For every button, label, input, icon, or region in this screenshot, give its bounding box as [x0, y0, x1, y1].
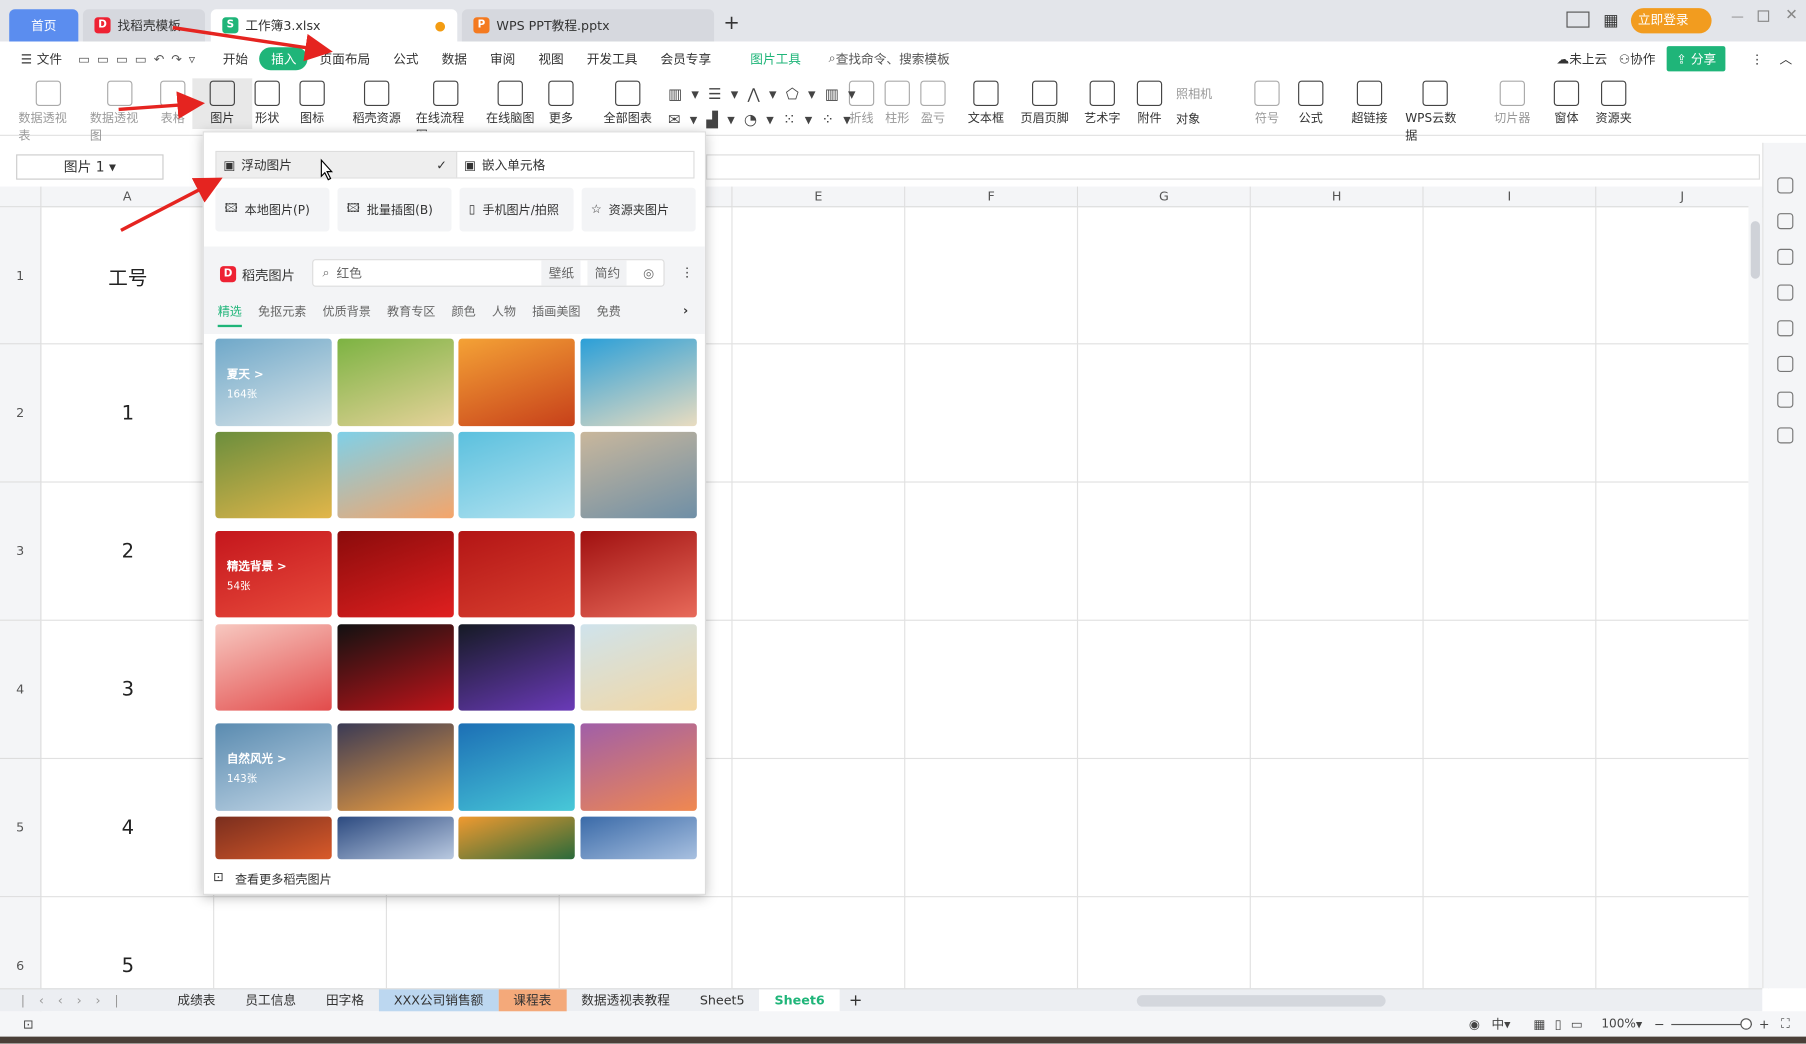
arrow-to-insert: [172, 25, 333, 62]
horizontal-scrollbar[interactable]: [1116, 994, 1680, 1007]
sheet-nav-buttons[interactable]: |‹‹››|: [21, 993, 133, 1008]
fullscreen-icon[interactable]: ⛶: [1781, 1016, 1790, 1032]
sheet-tab[interactable]: 成绩表: [162, 989, 230, 1012]
sheet-tab[interactable]: XXX公司销售额: [378, 988, 499, 1012]
arrow-to-float: [120, 177, 223, 232]
macro-icon[interactable]: ⊡: [23, 1016, 34, 1031]
sheet-tab[interactable]: 田字格: [311, 989, 379, 1012]
page-break-view-icon[interactable]: ▭: [1571, 1016, 1583, 1031]
mouse-cursor-icon: [320, 158, 334, 181]
arrow-to-picture: [118, 91, 206, 119]
annotation-arrows: [118, 25, 334, 232]
sheet-tab[interactable]: 课程表: [498, 988, 567, 1012]
taskbar-strip: [0, 1036, 1806, 1044]
zoom-in-button[interactable]: +: [1759, 1016, 1770, 1031]
status-bar: ⊡ ◉ 中▾ ▦ ▯ ▭ 100% ▾ − + ⛶: [0, 1011, 1806, 1037]
sheet-tab[interactable]: 员工信息: [230, 989, 311, 1012]
sheet-tab-bar: |‹‹››| 成绩表 员工信息 田字格 XXX公司销售额 课程表 数据透视表教程 Sheet…: [0, 988, 1763, 1012]
zoom-level[interactable]: 100%: [1601, 1017, 1636, 1031]
sheet-tab[interactable]: Sheet5: [685, 989, 760, 1012]
zoom-out-button[interactable]: −: [1654, 1016, 1665, 1031]
sheet-tab[interactable]: 数据透视表教程: [566, 989, 685, 1012]
sheet-tab[interactable]: Sheet6: [759, 988, 840, 1012]
eye-protect-icon[interactable]: ◉: [1469, 1016, 1480, 1031]
page-layout-view-icon[interactable]: ▯: [1555, 1016, 1562, 1031]
zoom-slider[interactable]: [1671, 1017, 1752, 1030]
input-method-icon[interactable]: 中▾: [1491, 1015, 1510, 1033]
normal-view-icon[interactable]: ▦: [1534, 1016, 1546, 1031]
add-sheet-button[interactable]: +: [849, 991, 863, 1009]
